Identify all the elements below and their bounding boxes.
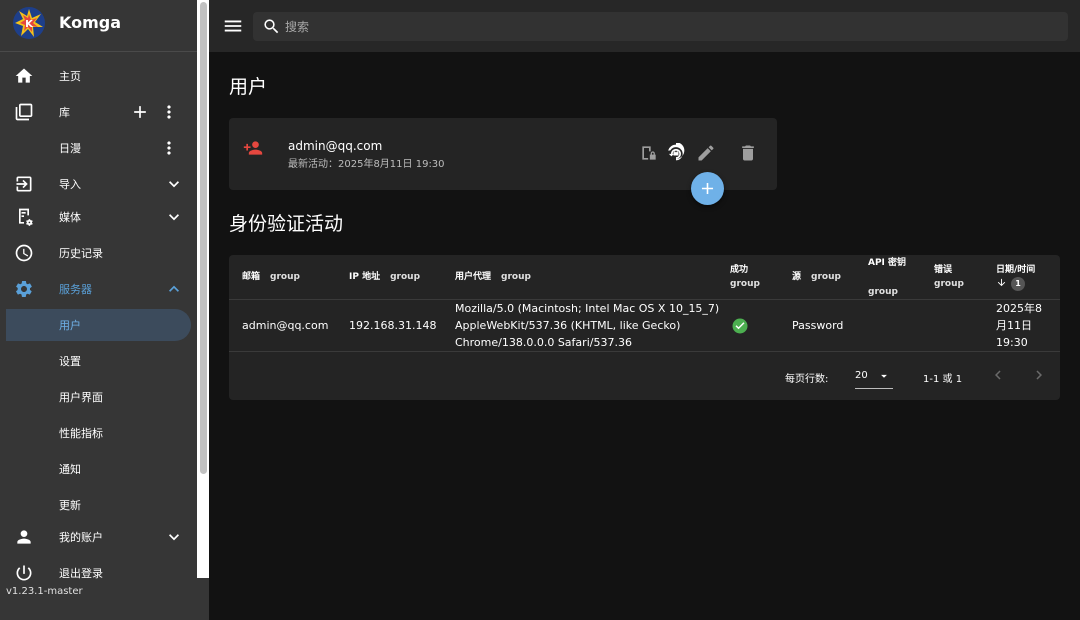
sort-order-badge: 1	[1011, 277, 1025, 291]
library-access-icon[interactable]	[639, 143, 661, 165]
sidebar-scrollbar-thumb[interactable]	[200, 2, 207, 474]
library-icon	[14, 102, 34, 122]
column-header-email[interactable]: 邮箱 group	[242, 270, 300, 284]
pagination-range: 1-1 或 1	[923, 374, 963, 385]
sidebar-item-label: 退出登录	[59, 567, 103, 580]
user-email: admin@qq.com	[288, 139, 383, 153]
chevron-down-icon	[164, 207, 184, 227]
sidebar-item-label: 用户	[59, 319, 81, 332]
power-icon	[14, 563, 34, 583]
password-reset-icon[interactable]	[666, 143, 688, 165]
komga-logo: K	[13, 7, 45, 39]
app-name: Komga	[59, 13, 122, 32]
brand[interactable]: K Komga	[0, 0, 197, 52]
sidebar-item-metrics[interactable]: 性能指标	[0, 416, 197, 450]
dropdown-arrow-icon	[877, 369, 891, 383]
sidebar-item-label: 媒体	[59, 211, 81, 224]
chevron-down-icon	[164, 174, 184, 194]
sidebar-item-label: 通知	[59, 463, 81, 476]
sidebar-item-label: 主页	[59, 70, 81, 83]
search-icon	[262, 17, 281, 36]
sidebar: K Komga 主页 库 日漫 导入 媒体 历史记录 服务器 用户 设置 用户界…	[0, 0, 209, 620]
sidebar-item-my-account[interactable]: 我的账户	[0, 520, 197, 554]
sidebar-item-ui[interactable]: 用户界面	[0, 380, 197, 414]
delete-icon[interactable]	[738, 143, 760, 165]
cell-user-agent: Mozilla/5.0 (Macintosh; Intel Mac OS X 1…	[455, 302, 720, 349]
sidebar-item-label: 用户界面	[59, 391, 103, 404]
sidebar-item-label: 我的账户	[59, 531, 103, 544]
sidebar-item-library-riman[interactable]: 日漫	[0, 131, 197, 165]
home-icon	[14, 66, 34, 86]
sidebar-item-updates[interactable]: 更新	[0, 488, 197, 522]
history-icon	[14, 243, 34, 263]
column-header-ip[interactable]: IP 地址 group	[349, 270, 420, 284]
chevron-up-icon	[164, 279, 184, 299]
plus-icon	[701, 182, 714, 195]
next-page-icon[interactable]	[1030, 366, 1048, 384]
more-vert-icon[interactable]	[159, 102, 179, 122]
sidebar-item-label: 服务器	[59, 283, 92, 296]
rows-per-page-value: 20	[855, 370, 868, 381]
import-icon	[14, 174, 34, 194]
edit-icon[interactable]	[696, 143, 718, 165]
gear-icon	[14, 279, 34, 299]
add-user-button[interactable]	[691, 172, 724, 205]
sidebar-item-import[interactable]: 导入	[0, 167, 197, 201]
column-header-api-key[interactable]: API 密钥 group	[868, 256, 906, 300]
cell-datetime: 2025年8 月11日 19:30	[996, 302, 1042, 349]
sidebar-item-label: 性能指标	[59, 427, 103, 440]
admin-user-icon	[243, 138, 263, 158]
sidebar-item-label: 设置	[59, 355, 81, 368]
sidebar-item-label: 导入	[59, 178, 81, 191]
svg-text:K: K	[25, 19, 34, 30]
sidebar-item-library[interactable]: 库	[0, 95, 197, 129]
sidebar-item-label: 历史记录	[59, 247, 103, 260]
column-header-error[interactable]: 错误 group	[934, 263, 964, 291]
search-bar[interactable]	[253, 12, 1068, 41]
account-icon	[14, 527, 34, 547]
cell-email: admin@qq.com	[242, 319, 329, 332]
sidebar-item-label: 日漫	[59, 142, 81, 155]
user-last-activity: 最新活动：2025年8月11日 19:30	[288, 159, 445, 170]
sidebar-item-label: 更新	[59, 499, 81, 512]
sidebar-item-label: 库	[59, 106, 70, 119]
add-library-icon[interactable]	[130, 102, 150, 122]
check-circle-icon	[731, 317, 749, 335]
sidebar-item-settings[interactable]: 设置	[0, 344, 197, 378]
sidebar-item-home[interactable]: 主页	[0, 59, 197, 93]
sidebar-item-logout[interactable]: 退出登录	[0, 556, 197, 590]
section-title-auth-activity: 身份验证活动	[229, 213, 344, 235]
row-divider	[229, 351, 1060, 352]
cell-ip: 192.168.31.148	[349, 319, 437, 332]
prev-page-icon[interactable]	[989, 366, 1007, 384]
main-content: 用户 admin@qq.com 最新活动：2025年8月11日 19:30 身份…	[209, 52, 1080, 620]
sidebar-item-notifications[interactable]: 通知	[0, 452, 197, 486]
rows-per-page-label: 每页行数:	[785, 374, 829, 385]
sidebar-item-server[interactable]: 服务器	[0, 272, 197, 306]
rows-per-page-select[interactable]: 20	[855, 363, 893, 389]
chevron-down-icon	[164, 527, 184, 547]
sidebar-item-history[interactable]: 历史记录	[0, 236, 197, 270]
arrow-down-icon	[996, 277, 1007, 288]
column-header-datetime[interactable]: 日期/时间 1	[996, 263, 1035, 291]
cell-source: Password	[792, 319, 844, 332]
column-header-success[interactable]: 成功 group	[730, 263, 760, 291]
menu-icon[interactable]	[222, 15, 244, 37]
page-title: 用户	[229, 76, 268, 98]
app-version: v1.23.1-master	[6, 586, 83, 597]
auth-activity-table: 邮箱 group IP 地址 group 用户代理 group 成功 group 源 gr…	[229, 255, 1060, 400]
media-icon	[14, 207, 34, 227]
column-header-user-agent[interactable]: 用户代理 group	[455, 270, 531, 284]
top-bar	[209, 0, 1080, 52]
sidebar-item-users[interactable]: 用户	[0, 308, 197, 342]
search-input[interactable]	[285, 16, 1045, 37]
more-vert-icon[interactable]	[159, 138, 179, 158]
sidebar-item-media[interactable]: 媒体	[0, 200, 197, 234]
column-header-source[interactable]: 源 group	[792, 270, 841, 284]
